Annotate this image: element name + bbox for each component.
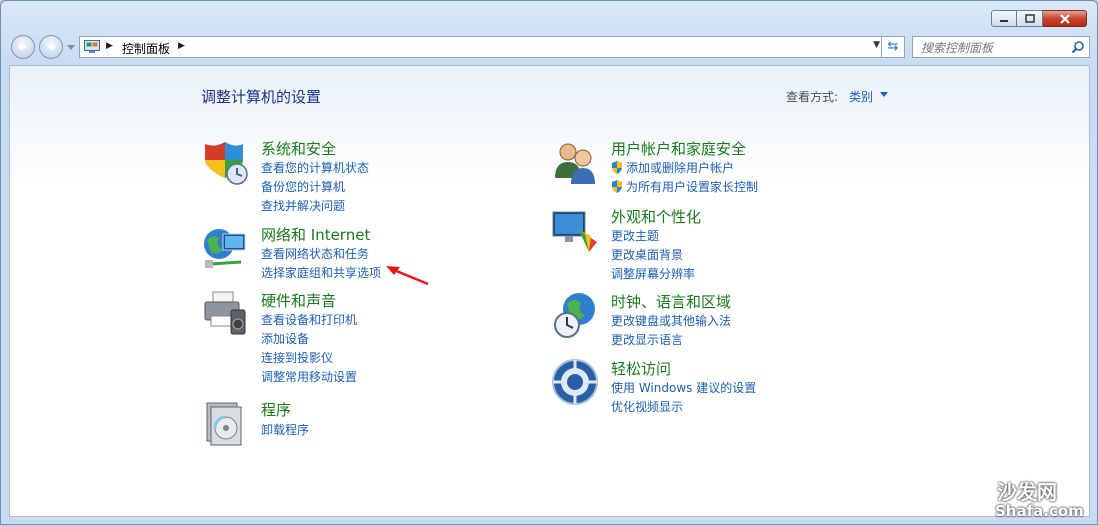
category-title[interactable]: 用户帐户和家庭安全 bbox=[611, 138, 746, 159]
search-box[interactable] bbox=[912, 36, 1090, 58]
task-link[interactable]: 连接到投影仪 bbox=[261, 349, 333, 366]
network-icon bbox=[204, 229, 246, 268]
task-link[interactable]: 备份您的计算机 bbox=[261, 178, 345, 195]
minimize-button[interactable] bbox=[991, 10, 1017, 27]
category-title[interactable]: 外观和个性化 bbox=[611, 206, 701, 227]
control-panel-window: ▶ 控制面板 ▶ ▼ ⇆ 调整计算机的设置 查看方式: 类别 bbox=[0, 0, 1098, 525]
address-history-dropdown-icon[interactable]: ▼ bbox=[873, 40, 880, 50]
caption-buttons bbox=[991, 10, 1087, 27]
shield-icon bbox=[205, 142, 248, 185]
control-panel-icon bbox=[84, 40, 100, 53]
task-link-label: 为所有用户设置家长控制 bbox=[626, 180, 759, 194]
content-pane: 调整计算机的设置 查看方式: 类别 系统和安全 查看您的计算机状态 备份您的计算… bbox=[9, 65, 1090, 517]
category-title[interactable]: 硬件和声音 bbox=[261, 290, 336, 311]
printer-icon bbox=[204, 291, 246, 335]
page-title: 调整计算机的设置 bbox=[201, 88, 322, 106]
task-link[interactable]: 添加或删除用户帐户 bbox=[611, 159, 734, 176]
task-link[interactable]: 选择家庭组和共享选项 bbox=[261, 264, 381, 281]
address-bar[interactable]: ▶ 控制面板 ▶ ▼ bbox=[79, 36, 887, 58]
watermark: 沙发网 Shafa.com bbox=[949, 474, 1098, 526]
task-link[interactable]: 查看网络状态和任务 bbox=[261, 245, 369, 262]
task-link[interactable]: 更改显示语言 bbox=[611, 331, 683, 348]
watermark-text-cn: 沙发网 bbox=[997, 480, 1057, 504]
task-link[interactable]: 为所有用户设置家长控制 bbox=[611, 178, 758, 195]
refresh-button[interactable]: ⇆ bbox=[881, 36, 905, 58]
maximize-button[interactable] bbox=[1017, 10, 1043, 27]
uac-shield-icon bbox=[612, 180, 622, 193]
view-by-dropdown-arrow-icon[interactable] bbox=[880, 92, 888, 97]
task-link[interactable]: 卸载程序 bbox=[261, 421, 309, 438]
uac-shield-icon bbox=[612, 161, 622, 174]
back-button[interactable] bbox=[11, 35, 35, 59]
close-button[interactable] bbox=[1043, 10, 1087, 27]
close-icon bbox=[1059, 13, 1070, 24]
task-link-label: 添加或删除用户帐户 bbox=[626, 161, 735, 175]
category-title[interactable]: 网络和 Internet bbox=[261, 224, 370, 245]
view-by-label: 查看方式: bbox=[786, 90, 839, 104]
task-link[interactable]: 调整屏幕分辨率 bbox=[611, 265, 695, 282]
minimize-icon bbox=[1000, 19, 1008, 22]
sofa-logo-icon bbox=[953, 480, 989, 511]
category-title[interactable]: 时钟、语言和区域 bbox=[611, 291, 731, 312]
annotation-arrow-icon bbox=[386, 266, 429, 286]
task-link[interactable]: 添加设备 bbox=[261, 330, 309, 347]
task-link[interactable]: 查看设备和打印机 bbox=[261, 311, 357, 328]
recent-pages-dropdown-icon[interactable] bbox=[67, 45, 75, 51]
globe-clock-icon bbox=[554, 293, 595, 338]
programs-icon bbox=[206, 402, 242, 446]
breadcrumb-chevron-icon[interactable]: ▶ bbox=[106, 41, 113, 51]
maximize-icon bbox=[1024, 14, 1035, 23]
task-link[interactable]: 使用 Windows 建议的设置 bbox=[611, 379, 756, 396]
navigation-toolbar: ▶ 控制面板 ▶ ▼ ⇆ bbox=[9, 33, 1091, 61]
task-link[interactable]: 更改桌面背景 bbox=[611, 246, 683, 263]
task-link[interactable]: 查看您的计算机状态 bbox=[261, 159, 369, 176]
forward-arrow-icon bbox=[48, 43, 56, 51]
breadcrumb-chevron-icon[interactable]: ▶ bbox=[178, 41, 185, 51]
task-link[interactable]: 更改主题 bbox=[611, 227, 659, 244]
category-title[interactable]: 轻松访问 bbox=[611, 358, 671, 379]
task-link[interactable]: 更改键盘或其他输入法 bbox=[611, 312, 731, 329]
view-by-dropdown[interactable]: 类别 bbox=[849, 88, 873, 105]
watermark-text-en: Shafa.com bbox=[995, 502, 1084, 520]
ease-of-access-icon bbox=[552, 359, 598, 405]
monitor-palette-icon bbox=[552, 211, 597, 252]
category-title[interactable]: 系统和安全 bbox=[261, 138, 336, 159]
task-link[interactable]: 调整常用移动设置 bbox=[261, 368, 357, 385]
category-title[interactable]: 程序 bbox=[261, 399, 291, 420]
back-arrow-icon bbox=[18, 43, 26, 51]
task-link[interactable]: 查找并解决问题 bbox=[261, 197, 345, 214]
forward-button[interactable] bbox=[39, 35, 63, 59]
breadcrumb-control-panel[interactable]: 控制面板 bbox=[122, 40, 170, 57]
search-icon[interactable] bbox=[1071, 40, 1085, 54]
users-icon bbox=[555, 143, 595, 184]
search-input[interactable] bbox=[919, 38, 1073, 58]
task-link[interactable]: 优化视频显示 bbox=[611, 398, 683, 415]
refresh-icon: ⇆ bbox=[887, 39, 899, 54]
